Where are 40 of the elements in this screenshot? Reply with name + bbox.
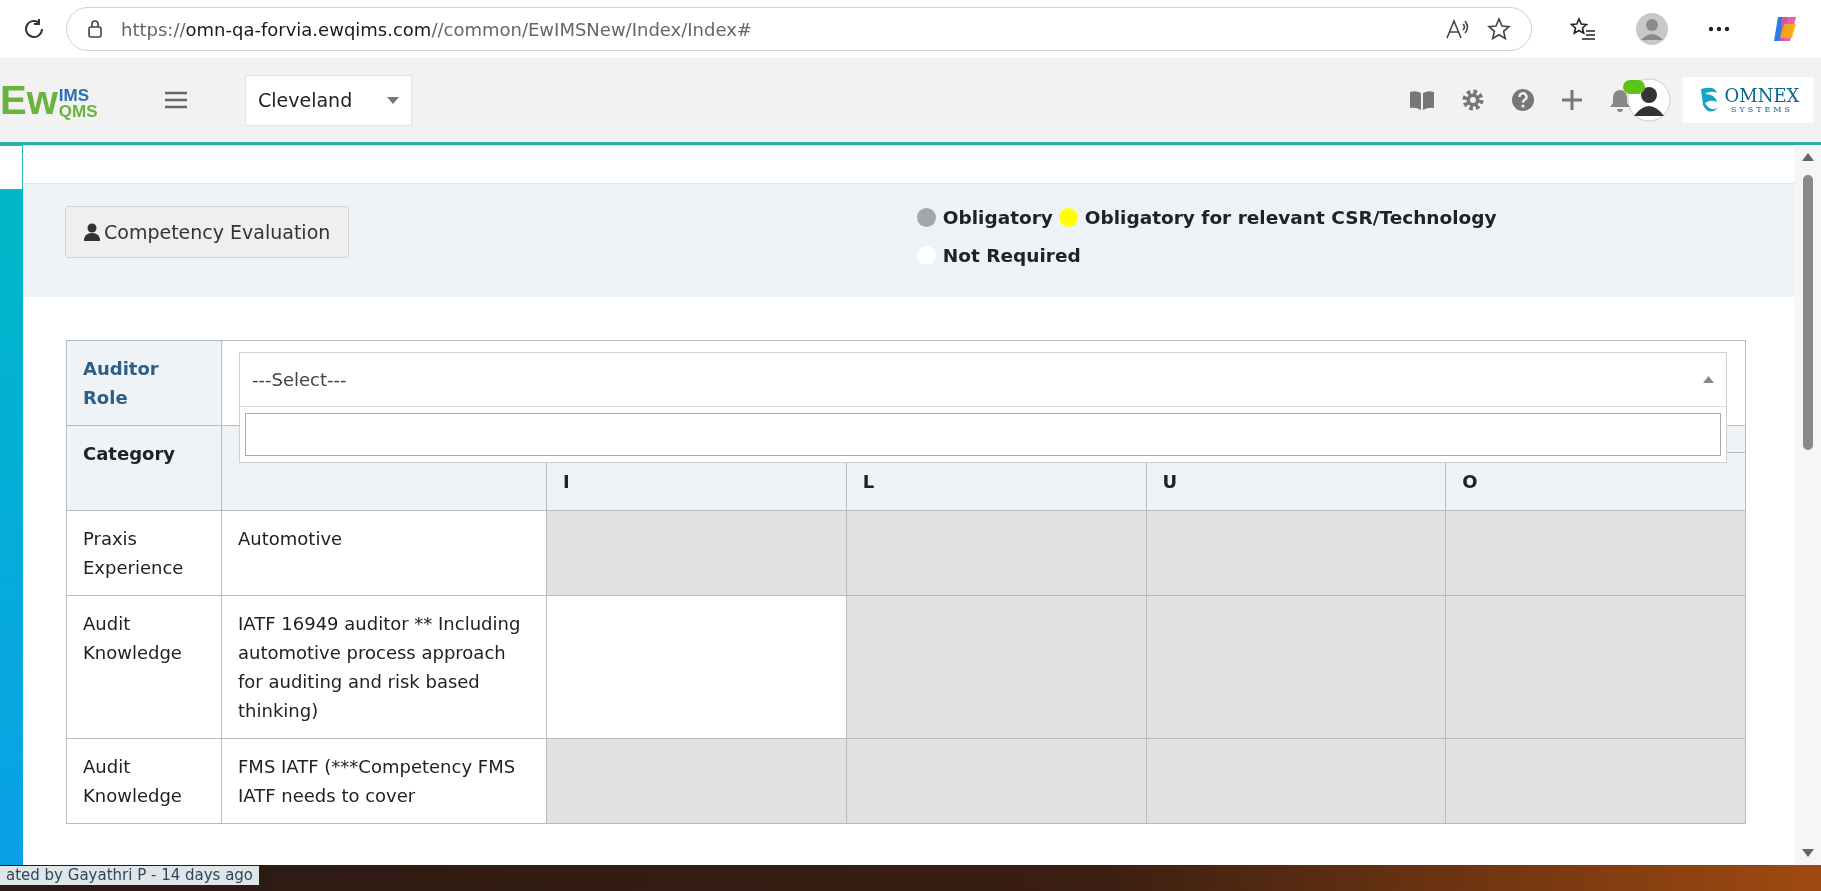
table-cell: Audit Knowledge	[66, 595, 222, 739]
table-cell: FMS IATF (***Competency FMS IATF needs to cover	[221, 738, 547, 824]
menu-icon[interactable]	[165, 91, 187, 109]
read-aloud-icon[interactable]	[1445, 18, 1469, 40]
url-text: https://omn-qa-forvia.ewqims.com//common/EwIMSNew/Index/Index#	[121, 18, 752, 40]
brand-logo: OMNEX SYSTEMS	[1683, 77, 1813, 123]
scrollbar[interactable]	[1794, 145, 1821, 865]
site-dropdown[interactable]: Cleveland	[245, 74, 412, 126]
scroll-down-icon[interactable]	[1801, 849, 1814, 857]
add-icon[interactable]	[1561, 89, 1583, 111]
table-cell: IATF 16949 auditor ** Including automotive process approach for auditing and risk based thinking)	[221, 595, 547, 739]
star-icon[interactable]	[1487, 17, 1511, 41]
legend-label: Obligatory for relevant CSR/Technology	[1084, 207, 1497, 228]
favorites-icon[interactable]	[1570, 17, 1596, 41]
table-cell: Automotive	[221, 510, 547, 596]
scrollbar-thumb[interactable]	[1802, 175, 1813, 450]
footer-text: ated by Gayathri P - 14 days ago	[0, 866, 260, 885]
table-cell: Audit Knowledge	[66, 738, 222, 824]
legend-label: Obligatory	[942, 207, 1053, 228]
legend-label: Not Required	[942, 245, 1081, 266]
competency-evaluation-button[interactable]: Competency Evaluation	[65, 206, 350, 258]
auditor-role-select[interactable]: ---Select---	[239, 352, 1727, 463]
notification-bell-icon[interactable]	[1609, 88, 1631, 112]
settings-icon[interactable]	[1461, 88, 1485, 112]
lock-icon[interactable]	[87, 19, 103, 39]
user-icon	[84, 223, 100, 241]
table-cell: Praxis Experience	[66, 510, 222, 596]
caret-icon	[1703, 376, 1714, 383]
sidebar-tab[interactable]	[0, 145, 23, 190]
caret-icon	[387, 96, 399, 104]
help-icon[interactable]	[1511, 88, 1535, 112]
more-icon[interactable]	[1708, 26, 1730, 32]
book-icon[interactable]	[1409, 90, 1435, 110]
scroll-up-icon[interactable]	[1801, 153, 1814, 161]
refresh-icon[interactable]	[22, 17, 46, 41]
search-field[interactable]	[245, 413, 1721, 456]
user-avatar[interactable]	[1627, 78, 1671, 122]
column-header: Category	[66, 425, 222, 511]
field-label: Auditor Role	[66, 340, 222, 426]
profile-icon[interactable]	[1636, 13, 1668, 45]
